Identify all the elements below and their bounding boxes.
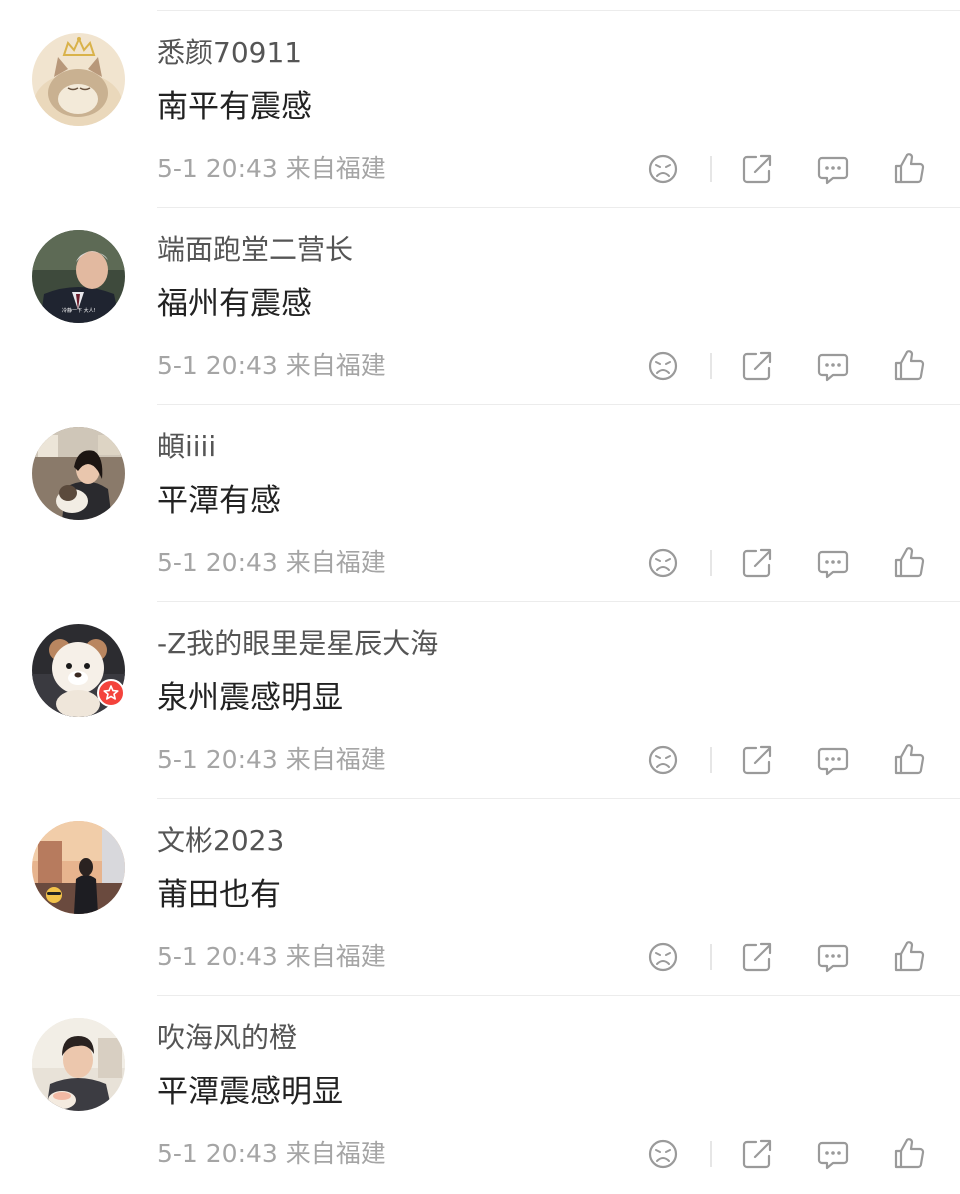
star-badge-icon [97,679,125,707]
like-icon [894,153,925,184]
share-button[interactable] [737,1134,777,1174]
comment-actions [0,740,960,780]
like-button[interactable] [889,543,929,583]
share-button[interactable] [737,543,777,583]
reply-icon [817,550,849,579]
like-icon [894,744,925,775]
dislike-icon [648,154,678,184]
reply-button[interactable] [813,1134,853,1174]
share-button[interactable] [737,149,777,189]
man-in-suit-avatar: 冷静一下 大人! [32,230,125,323]
like-button[interactable] [889,149,929,189]
reply-icon [817,1141,849,1170]
cat-with-crown-avatar [32,33,125,126]
like-icon [894,547,925,578]
dislike-button[interactable] [643,740,683,780]
comment-item: 悉颜70911 南平有震感 5-1 20:43 来自福建 [0,11,960,208]
dislike-icon [648,745,678,775]
like-icon [894,1138,925,1169]
action-separator [710,550,712,576]
username[interactable]: 文彬2023 [157,823,284,859]
like-button[interactable] [889,346,929,386]
action-separator [710,353,712,379]
comment-text: 莆田也有 [157,877,281,913]
comment-item: 冷静一下 大人! 端面跑堂二营长 福州有震感 5-1 20:43 来自福建 [0,208,960,405]
share-icon [742,154,772,184]
comment-item: 文彬2023 莆田也有 5-1 20:43 来自福建 [0,799,960,996]
comment-text: 平潭震感明显 [157,1074,343,1110]
avatar[interactable] [32,33,125,126]
share-icon [742,351,772,381]
share-icon [742,942,772,972]
comment-text: 泉州震感明显 [157,680,343,716]
comment-text: 福州有震感 [157,286,312,322]
svg-text:冷静一下 大人!: 冷静一下 大人! [62,307,96,314]
action-separator [710,747,712,773]
comment-item: 吹海风的橙 平潭震感明显 5-1 20:43 来自福建 [0,996,960,1193]
dislike-button[interactable] [643,149,683,189]
avatar[interactable] [32,427,125,520]
comment-actions [0,1134,960,1174]
young-man-avatar [32,1018,125,1111]
comment-actions [0,937,960,977]
dislike-button[interactable] [643,1134,683,1174]
dislike-button[interactable] [643,543,683,583]
share-button[interactable] [737,937,777,977]
share-icon [742,1139,772,1169]
reply-icon [817,944,849,973]
reply-button[interactable] [813,149,853,189]
person-at-sunset-avatar [32,821,125,914]
dislike-icon [648,942,678,972]
like-button[interactable] [889,1134,929,1174]
reply-icon [817,353,849,382]
comment-actions [0,543,960,583]
avatar[interactable] [32,821,125,914]
username[interactable]: 端面跑堂二营长 [157,232,353,268]
action-separator [710,156,712,182]
dislike-button[interactable] [643,937,683,977]
comment-item: 頔iiii 平潭有感 5-1 20:43 来自福建 [0,405,960,602]
share-button[interactable] [737,346,777,386]
avatar[interactable] [32,1018,125,1111]
reply-button[interactable] [813,346,853,386]
dislike-icon [648,351,678,381]
username[interactable]: 吹海风的橙 [157,1020,297,1056]
share-icon [742,548,772,578]
comment-list: 悉颜70911 南平有震感 5-1 20:43 来自福建 冷静一下 大人! 端面… [0,11,960,1193]
like-button[interactable] [889,740,929,780]
username[interactable]: -Z我的眼里是星辰大海 [157,626,438,662]
comment-actions [0,346,960,386]
dislike-icon [648,1139,678,1169]
comment-text: 南平有震感 [157,89,312,125]
like-icon [894,941,925,972]
girl-holding-dog-avatar [32,427,125,520]
reply-button[interactable] [813,543,853,583]
username[interactable]: 頔iiii [157,429,216,465]
comment-text: 平潭有感 [157,483,281,519]
action-separator [710,944,712,970]
dislike-button[interactable] [643,346,683,386]
avatar[interactable]: 冷静一下 大人! [32,230,125,323]
comment-actions [0,149,960,189]
reply-button[interactable] [813,740,853,780]
dislike-icon [648,548,678,578]
action-separator [710,1141,712,1167]
reply-icon [817,747,849,776]
share-button[interactable] [737,740,777,780]
like-icon [894,350,925,381]
share-icon [742,745,772,775]
comment-item: -Z我的眼里是星辰大海 泉州震感明显 5-1 20:43 来自福建 [0,602,960,799]
like-button[interactable] [889,937,929,977]
reply-icon [817,156,849,185]
username[interactable]: 悉颜70911 [157,35,302,71]
reply-button[interactable] [813,937,853,977]
